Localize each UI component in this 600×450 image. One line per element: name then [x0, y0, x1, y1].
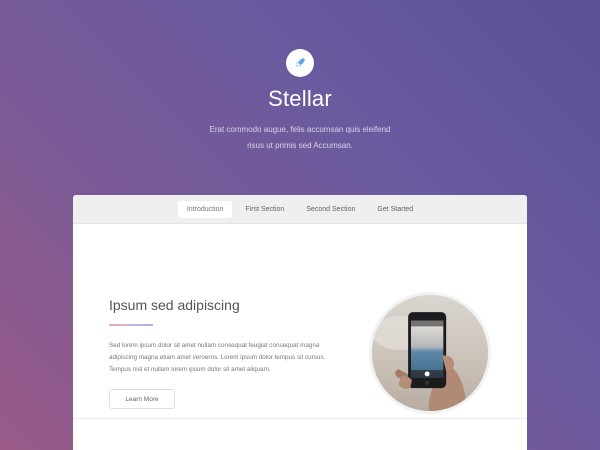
phone-photo-image [369, 292, 491, 414]
nav-item-introduction[interactable]: Introduction [177, 200, 233, 218]
title-underline [109, 324, 153, 326]
main-panel: Introduction First Section Second Sectio… [73, 195, 527, 450]
intro-title: Ipsum sed adipiscing [109, 297, 240, 313]
site-tagline: Erat commodo augue, felis accumsan quis … [200, 122, 400, 154]
site-title: Stellar [268, 86, 332, 111]
tagline-line-2: risus ut primis sed Accumsan. [247, 141, 353, 150]
intro-section: Ipsum sed adipiscing Sed lorem ipsum dol… [73, 224, 527, 419]
rocket-icon [295, 58, 305, 68]
tagline-line-1: Erat commodo augue, felis accumsan quis … [209, 125, 391, 134]
learn-more-button[interactable]: Learn More [109, 389, 175, 409]
intro-body-line-1: Sed lorem ipsum dolor sit amet nullam co… [109, 342, 320, 349]
nav-item-get-started[interactable]: Get Started [368, 201, 422, 218]
nav-item-first-section[interactable]: First Section [236, 201, 293, 218]
site-header: Stellar Erat commodo augue, felis accums… [0, 0, 600, 195]
phone-photo-svg [372, 295, 488, 411]
intro-body-line-3: Tempus nisl et nullam lorem ipsum dolor … [109, 366, 271, 373]
intro-body: Sed lorem ipsum dolor sit amet nullam co… [109, 340, 339, 376]
intro-body-line-2: adipiscing magna etiam amet veroeros. Lo… [109, 354, 326, 361]
section-nav: Introduction First Section Second Sectio… [73, 195, 527, 224]
nav-item-second-section[interactable]: Second Section [297, 201, 364, 218]
logo [286, 49, 314, 77]
